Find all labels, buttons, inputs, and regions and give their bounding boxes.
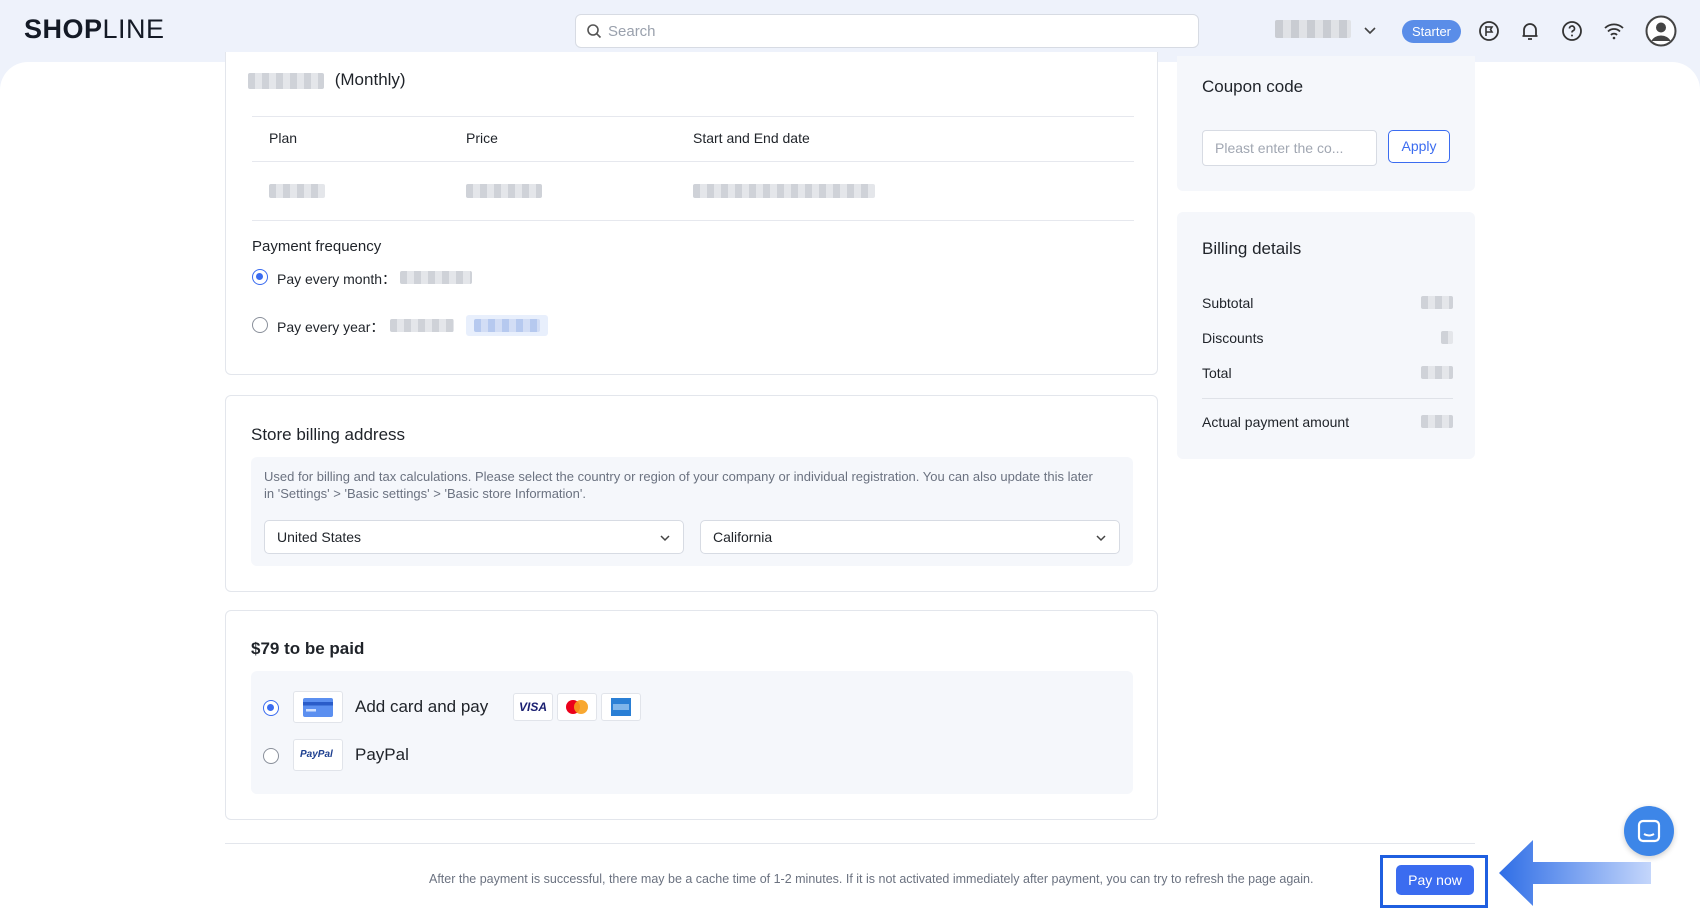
main-panel: (Monthly) Plan Price Start and End date … <box>0 52 1700 924</box>
col-dates: Start and End date <box>693 130 810 146</box>
billing-address-card: Store billing address Used for billing a… <box>225 395 1158 592</box>
country-value: United States <box>277 529 362 545</box>
actual-payment-label: Actual payment amount <box>1202 414 1350 430</box>
radio-card[interactable] <box>263 700 279 716</box>
actual-payment-value-redacted <box>1421 415 1453 428</box>
footer-divider <box>225 843 1475 844</box>
price-value-redacted <box>466 184 542 198</box>
yearly-price-redacted <box>390 319 454 332</box>
store-name-redacted[interactable] <box>1275 20 1351 38</box>
col-price: Price <box>466 130 498 146</box>
yearly-discount-badge <box>466 315 548 336</box>
frequency-option-monthly[interactable]: Pay every month： <box>252 266 652 288</box>
payment-note: After the payment is successful, there m… <box>429 872 1314 886</box>
billing-details-card: Billing details Subtotal Discounts Total… <box>1177 212 1475 459</box>
address-box: Used for billing and tax calculations. P… <box>251 457 1133 566</box>
arrow-left-icon <box>1499 840 1651 906</box>
paypal-method-label: PayPal <box>355 745 409 764</box>
plan-table-header: Plan Price Start and End date <box>252 117 1134 161</box>
plan-title: (Monthly) <box>248 70 406 90</box>
address-title: Store billing address <box>251 425 406 444</box>
monthly-label: Pay every month： <box>277 271 397 287</box>
plan-badge: Starter <box>1402 20 1462 43</box>
mastercard-logo <box>557 693 597 721</box>
shopline-logo[interactable]: SHOPLINE <box>24 14 165 45</box>
search-icon <box>587 24 602 39</box>
total-value-redacted <box>1421 366 1453 379</box>
subtotal-value-redacted <box>1421 296 1453 309</box>
plan-table: Plan Price Start and End date <box>252 116 1134 221</box>
address-help-text: Used for billing and tax calculations. P… <box>264 469 1093 501</box>
discounts-label: Discounts <box>1202 330 1264 346</box>
chevron-down-icon <box>660 535 670 542</box>
chevron-down-icon <box>1096 535 1106 542</box>
user-avatar-icon[interactable] <box>1645 15 1677 47</box>
paypal-logo: PayPal <box>293 739 343 771</box>
discounts-value-redacted <box>1441 331 1453 344</box>
coupon-placeholder: Pleast enter the co... <box>1215 140 1344 156</box>
flag-icon[interactable] <box>1477 19 1501 43</box>
billing-title: Billing details <box>1202 239 1302 258</box>
radio-yearly[interactable] <box>252 317 268 333</box>
credit-card-icon <box>293 691 343 723</box>
state-value: California <box>713 529 773 545</box>
pay-now-button[interactable]: Pay now <box>1396 865 1474 895</box>
plan-name-redacted <box>248 72 324 89</box>
search-placeholder: Search <box>608 23 656 40</box>
chevron-down-icon[interactable] <box>1362 22 1378 38</box>
amex-logo <box>601 693 641 721</box>
country-select[interactable]: United States <box>264 520 684 554</box>
plan-card: (Monthly) Plan Price Start and End date … <box>225 52 1158 375</box>
coupon-card: Coupon code Pleast enter the co... Apply <box>1177 56 1475 191</box>
total-label: Total <box>1202 365 1232 381</box>
coupon-input[interactable]: Pleast enter the co... <box>1202 130 1377 166</box>
frequency-option-yearly[interactable]: Pay every year： <box>252 314 652 336</box>
col-plan: Plan <box>269 130 298 146</box>
payment-method-card[interactable]: Add card and pay VISA <box>263 690 763 724</box>
amount-to-pay-title: $79 to be paid <box>251 639 365 658</box>
payment-card: $79 to be paid Add card and pay VISA Pay… <box>225 610 1158 820</box>
state-select[interactable]: California <box>700 520 1120 554</box>
payment-frequency-title: Payment frequency <box>252 238 382 255</box>
coupon-title: Coupon code <box>1202 77 1304 96</box>
bell-icon[interactable] <box>1518 19 1542 43</box>
monthly-price-redacted <box>400 271 472 284</box>
radio-paypal[interactable] <box>263 748 279 764</box>
card-method-label: Add card and pay <box>355 697 489 716</box>
table-row <box>252 162 1134 220</box>
billing-divider <box>1202 398 1453 399</box>
radio-monthly[interactable] <box>252 269 268 285</box>
search-input[interactable]: Search <box>575 14 1199 48</box>
dates-value-redacted <box>693 184 875 198</box>
payment-methods-box: Add card and pay VISA PayPal PayPal <box>251 671 1133 794</box>
apply-coupon-button[interactable]: Apply <box>1388 130 1450 163</box>
payment-method-paypal[interactable]: PayPal PayPal <box>263 738 663 772</box>
plan-value-redacted <box>269 184 325 198</box>
help-icon[interactable] <box>1560 19 1584 43</box>
wifi-icon[interactable] <box>1602 19 1626 43</box>
subtotal-label: Subtotal <box>1202 295 1254 311</box>
yearly-label: Pay every year： <box>277 319 385 335</box>
visa-logo: VISA <box>513 693 553 721</box>
